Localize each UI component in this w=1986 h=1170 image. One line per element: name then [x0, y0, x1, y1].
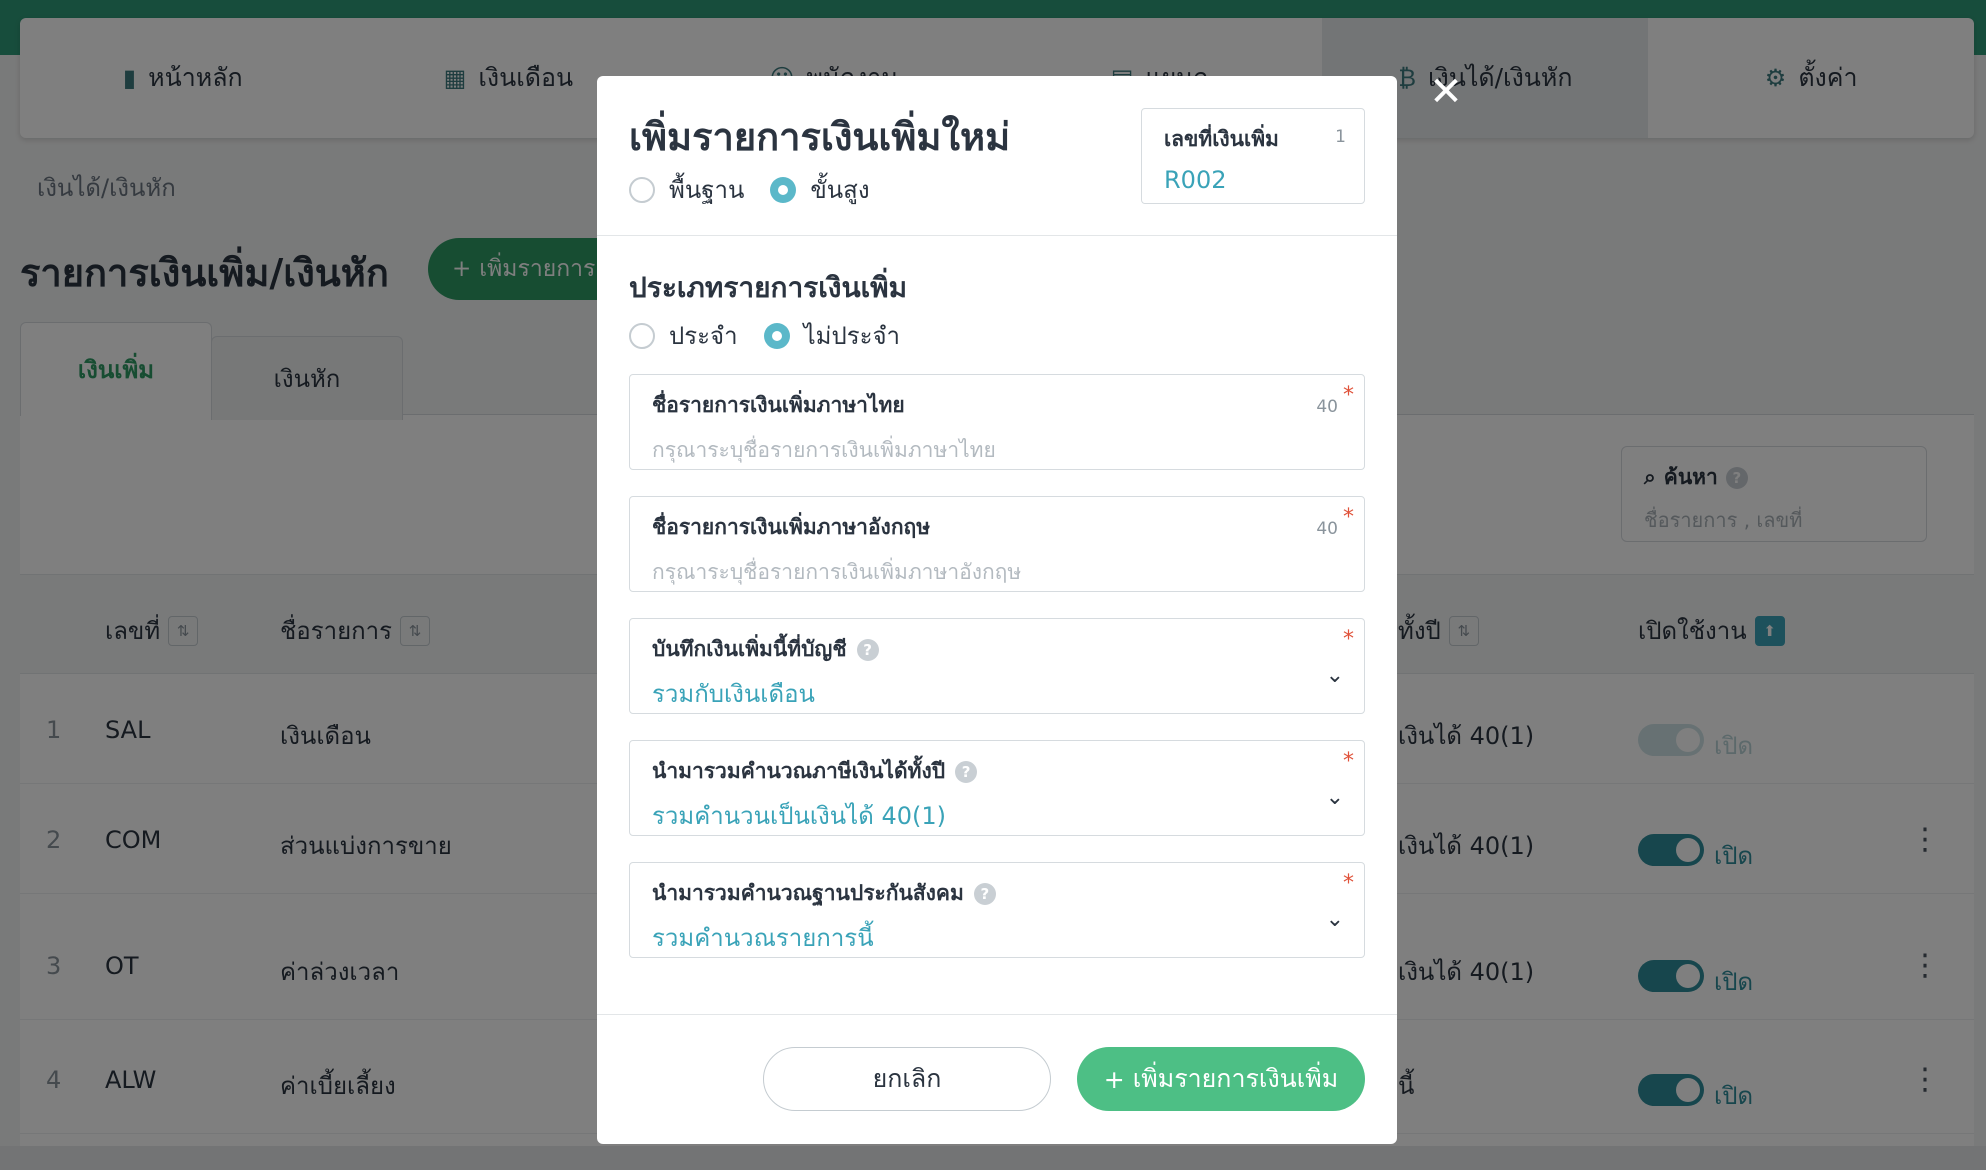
cancel-button[interactable]: ยกเลิก [763, 1047, 1051, 1111]
select-value: รวมคำนวนเป็นเงินได้ 40(1) [652, 802, 946, 830]
chevron-down-icon[interactable]: ⌄ [1326, 785, 1344, 810]
radio-circle[interactable] [629, 176, 655, 203]
name-en-field[interactable]: ชื่อรายการเงินเพิ่มภาษาอังกฤษ กรุณาระบุช… [629, 496, 1365, 592]
doc-number-field[interactable]: เลขที่เงินเพิ่ม 1 R002 [1141, 108, 1365, 204]
required-mark: * [1343, 505, 1354, 530]
radio-non-recurring[interactable]: ไม่ประจำ [763, 316, 901, 355]
help-icon[interactable]: ? [856, 638, 879, 661]
select-value: รวมกับเงินเดือน [652, 680, 815, 708]
required-mark: * [1343, 749, 1354, 774]
mode-radio-group: พื้นฐาน ขั้นสูง [629, 170, 870, 209]
modal-header: เพิ่มรายการเงินเพิ่มใหม่ พื้นฐาน ขั้นสูง… [597, 76, 1397, 236]
type-radio-group: ประจำ ไม่ประจำ [629, 316, 900, 355]
radio-label: ขั้นสูง [810, 176, 870, 204]
plus-icon: + [1103, 1064, 1125, 1094]
field-label: นำมารวมคำนวณภาษีเงินได้ทั้งปี [652, 759, 946, 783]
doc-number-count: 1 [1335, 127, 1346, 147]
radio-basic[interactable]: พื้นฐาน [629, 170, 744, 209]
name-th-input[interactable]: กรุณาระบุชื่อรายการเงินเพิ่มภาษาไทย [652, 434, 1342, 467]
doc-number-label: เลขที่เงินเพิ่ม [1164, 127, 1279, 151]
type-section-title: ประเภทรายการเงินเพิ่ม [629, 271, 908, 304]
radio-circle-checked[interactable] [770, 176, 797, 203]
radio-recurring[interactable]: ประจำ [629, 316, 738, 355]
required-mark: * [1343, 383, 1354, 408]
radio-label: พื้นฐาน [669, 176, 745, 204]
account-select[interactable]: บันทึกเงินเพิ่มนี้ที่บัญชี ? รวมกับเงินเ… [629, 618, 1365, 714]
radio-circle-checked[interactable] [763, 322, 790, 349]
social-security-select[interactable]: นำมารวมคำนวณฐานประกันสังคม ? รวมคำนวณราย… [629, 862, 1365, 958]
field-label: บันทึกเงินเพิ่มนี้ที่บัญชี [652, 637, 847, 661]
modal-title: เพิ่มรายการเงินเพิ่มใหม่ [629, 115, 1011, 159]
submit-label: เพิ่มรายการเงินเพิ่ม [1132, 1064, 1339, 1093]
chevron-down-icon[interactable]: ⌄ [1326, 907, 1344, 932]
field-label: ชื่อรายการเงินเพิ่มภาษาอังกฤษ [652, 515, 931, 539]
add-income-modal: เพิ่มรายการเงินเพิ่มใหม่ พื้นฐาน ขั้นสูง… [597, 76, 1397, 1144]
required-mark: * [1343, 627, 1354, 652]
name-th-field[interactable]: ชื่อรายการเงินเพิ่มภาษาไทย กรุณาระบุชื่อ… [629, 374, 1365, 470]
radio-label: ไม่ประจำ [803, 322, 901, 350]
close-icon[interactable]: ✕ [1428, 72, 1464, 112]
help-icon[interactable]: ? [955, 760, 978, 783]
field-label: ชื่อรายการเงินเพิ่มภาษาไทย [652, 393, 905, 417]
submit-add-income-button[interactable]: + เพิ่มรายการเงินเพิ่ม [1077, 1047, 1365, 1111]
chevron-down-icon[interactable]: ⌄ [1326, 663, 1344, 688]
char-limit: 40 [1316, 397, 1338, 417]
doc-number-value: R002 [1164, 166, 1227, 194]
required-mark: * [1343, 871, 1354, 896]
radio-advanced[interactable]: ขั้นสูง [770, 170, 870, 209]
modal-footer: ยกเลิก + เพิ่มรายการเงินเพิ่ม [597, 1014, 1397, 1144]
help-icon[interactable]: ? [973, 882, 996, 905]
field-label: นำมารวมคำนวณฐานประกันสังคม [652, 881, 964, 905]
tax-select[interactable]: นำมารวมคำนวณภาษีเงินได้ทั้งปี ? รวมคำนวน… [629, 740, 1365, 836]
radio-circle[interactable] [629, 322, 655, 349]
radio-label: ประจำ [669, 322, 738, 350]
select-value: รวมคำนวณรายการนี้ [652, 924, 874, 952]
char-limit: 40 [1316, 519, 1338, 539]
name-en-input[interactable]: กรุณาระบุชื่อรายการเงินเพิ่มภาษาอังกฤษ [652, 556, 1342, 589]
